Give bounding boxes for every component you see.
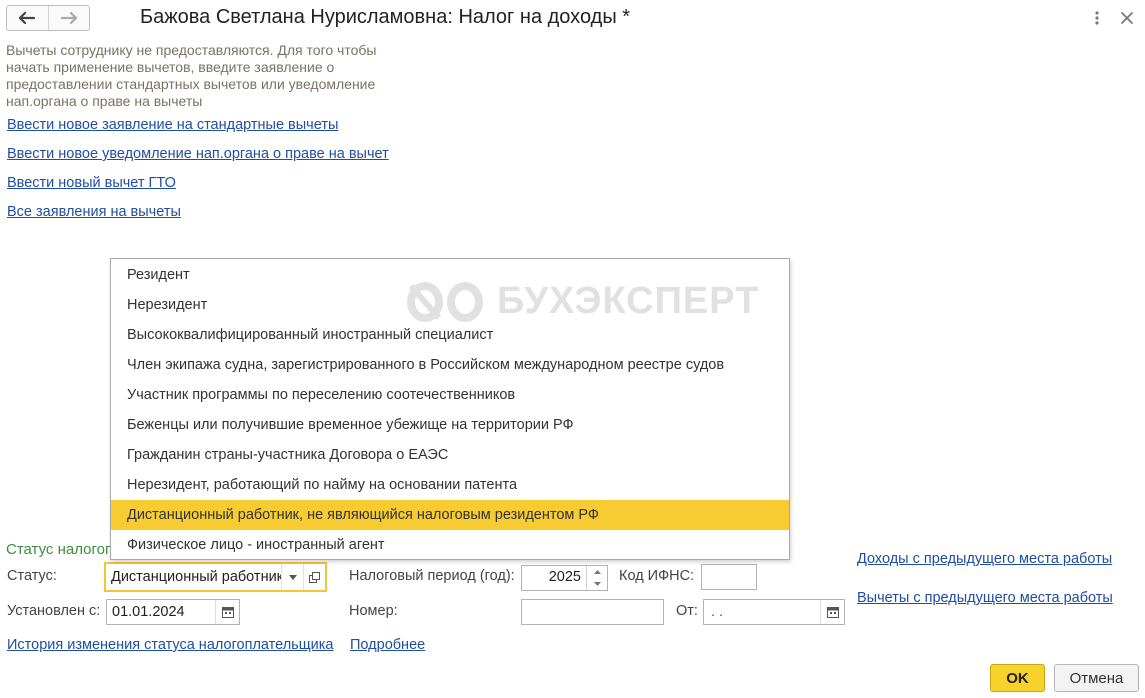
- back-button[interactable]: [7, 6, 48, 30]
- more-details-link[interactable]: Подробнее: [350, 637, 425, 653]
- dropdown-item-highly-qualified[interactable]: Высококвалифицированный иностранный спец…: [111, 320, 789, 350]
- number-label: Номер:: [349, 603, 398, 619]
- arrow-right-icon: [60, 12, 77, 24]
- forward-button[interactable]: [47, 6, 90, 30]
- arrow-left-icon: [19, 12, 36, 24]
- status-field[interactable]: Дистанционный работник: [104, 562, 327, 592]
- deductions-info-text: Вычеты сотруднику не предоставляются. Дл…: [6, 42, 377, 109]
- spin-down-icon[interactable]: [587, 578, 607, 590]
- previous-income-link[interactable]: Доходы с предыдущего места работы: [857, 551, 1112, 567]
- window-title: Бажова Светлана Нурисламовна: Налог на д…: [140, 6, 631, 28]
- navigation-group: [6, 5, 90, 31]
- previous-deductions-link[interactable]: Вычеты с предыдущего места работы: [857, 590, 1113, 606]
- dropdown-item-resident[interactable]: Резидент: [111, 260, 789, 290]
- established-label: Установлен с:: [7, 603, 101, 619]
- established-date-field[interactable]: 01.01.2024: [106, 599, 240, 625]
- status-dropdown-button[interactable]: [281, 564, 303, 590]
- status-open-button[interactable]: [303, 564, 325, 590]
- all-statements-link[interactable]: Все заявления на вычеты: [7, 204, 181, 220]
- from-calendar-button[interactable]: [820, 600, 844, 624]
- status-value[interactable]: Дистанционный работник: [106, 569, 281, 585]
- dropdown-item-ship-crew[interactable]: Член экипажа судна, зарегистрированного …: [111, 350, 789, 380]
- tax-period-spinner[interactable]: [586, 566, 607, 590]
- cancel-button[interactable]: Отмена: [1054, 664, 1139, 692]
- open-icon: [309, 571, 320, 583]
- new-notice-link[interactable]: Ввести новое уведомление нап.органа о пр…: [7, 146, 389, 162]
- more-options-icon[interactable]: [1090, 9, 1104, 27]
- status-label: Статус:: [7, 568, 57, 584]
- from-date-field[interactable]: . .: [703, 599, 845, 625]
- new-standard-deduction-link[interactable]: Ввести новое заявление на стандартные вы…: [7, 117, 338, 133]
- dropdown-item-nonresident[interactable]: Нерезидент: [111, 290, 789, 320]
- calendar-icon: [221, 607, 234, 618]
- chevron-down-icon: [288, 574, 297, 580]
- status-dropdown-list: Резидент Нерезидент Высококвалифицирован…: [110, 258, 790, 560]
- from-date-value[interactable]: . .: [704, 604, 820, 620]
- dropdown-item-patent-nonresident[interactable]: Нерезидент, работающий по найму на основ…: [111, 470, 789, 500]
- tax-period-label: Налоговый период (год):: [349, 568, 515, 584]
- dropdown-item-foreign-agent[interactable]: Физическое лицо - иностранный агент: [111, 530, 789, 560]
- ifns-code-input[interactable]: [701, 564, 757, 590]
- ok-button[interactable]: OK: [990, 664, 1045, 692]
- ifns-code-label: Код ИФНС:: [619, 568, 695, 584]
- established-date-value[interactable]: 01.01.2024: [107, 604, 215, 620]
- number-input[interactable]: [521, 599, 664, 625]
- close-icon[interactable]: [1118, 9, 1136, 27]
- status-history-link[interactable]: История изменения статуса налогоплательщ…: [7, 637, 334, 653]
- dropdown-item-resettlement[interactable]: Участник программы по переселению соотеч…: [111, 380, 789, 410]
- status-section-title: Статус налогоплательщика: [6, 541, 110, 558]
- spin-up-icon[interactable]: [587, 566, 607, 578]
- dropdown-item-remote-worker[interactable]: Дистанционный работник, не являющийся на…: [111, 500, 789, 530]
- calendar-icon: [826, 607, 839, 618]
- new-gto-deduction-link[interactable]: Ввести новый вычет ГТО: [7, 175, 176, 191]
- dropdown-item-refugees[interactable]: Беженцы или получившие временное убежище…: [111, 410, 789, 440]
- from-date-label: От:: [676, 603, 698, 619]
- established-calendar-button[interactable]: [215, 600, 239, 624]
- dropdown-item-eaeu-citizen[interactable]: Гражданин страны-участника Договора о ЕА…: [111, 440, 789, 470]
